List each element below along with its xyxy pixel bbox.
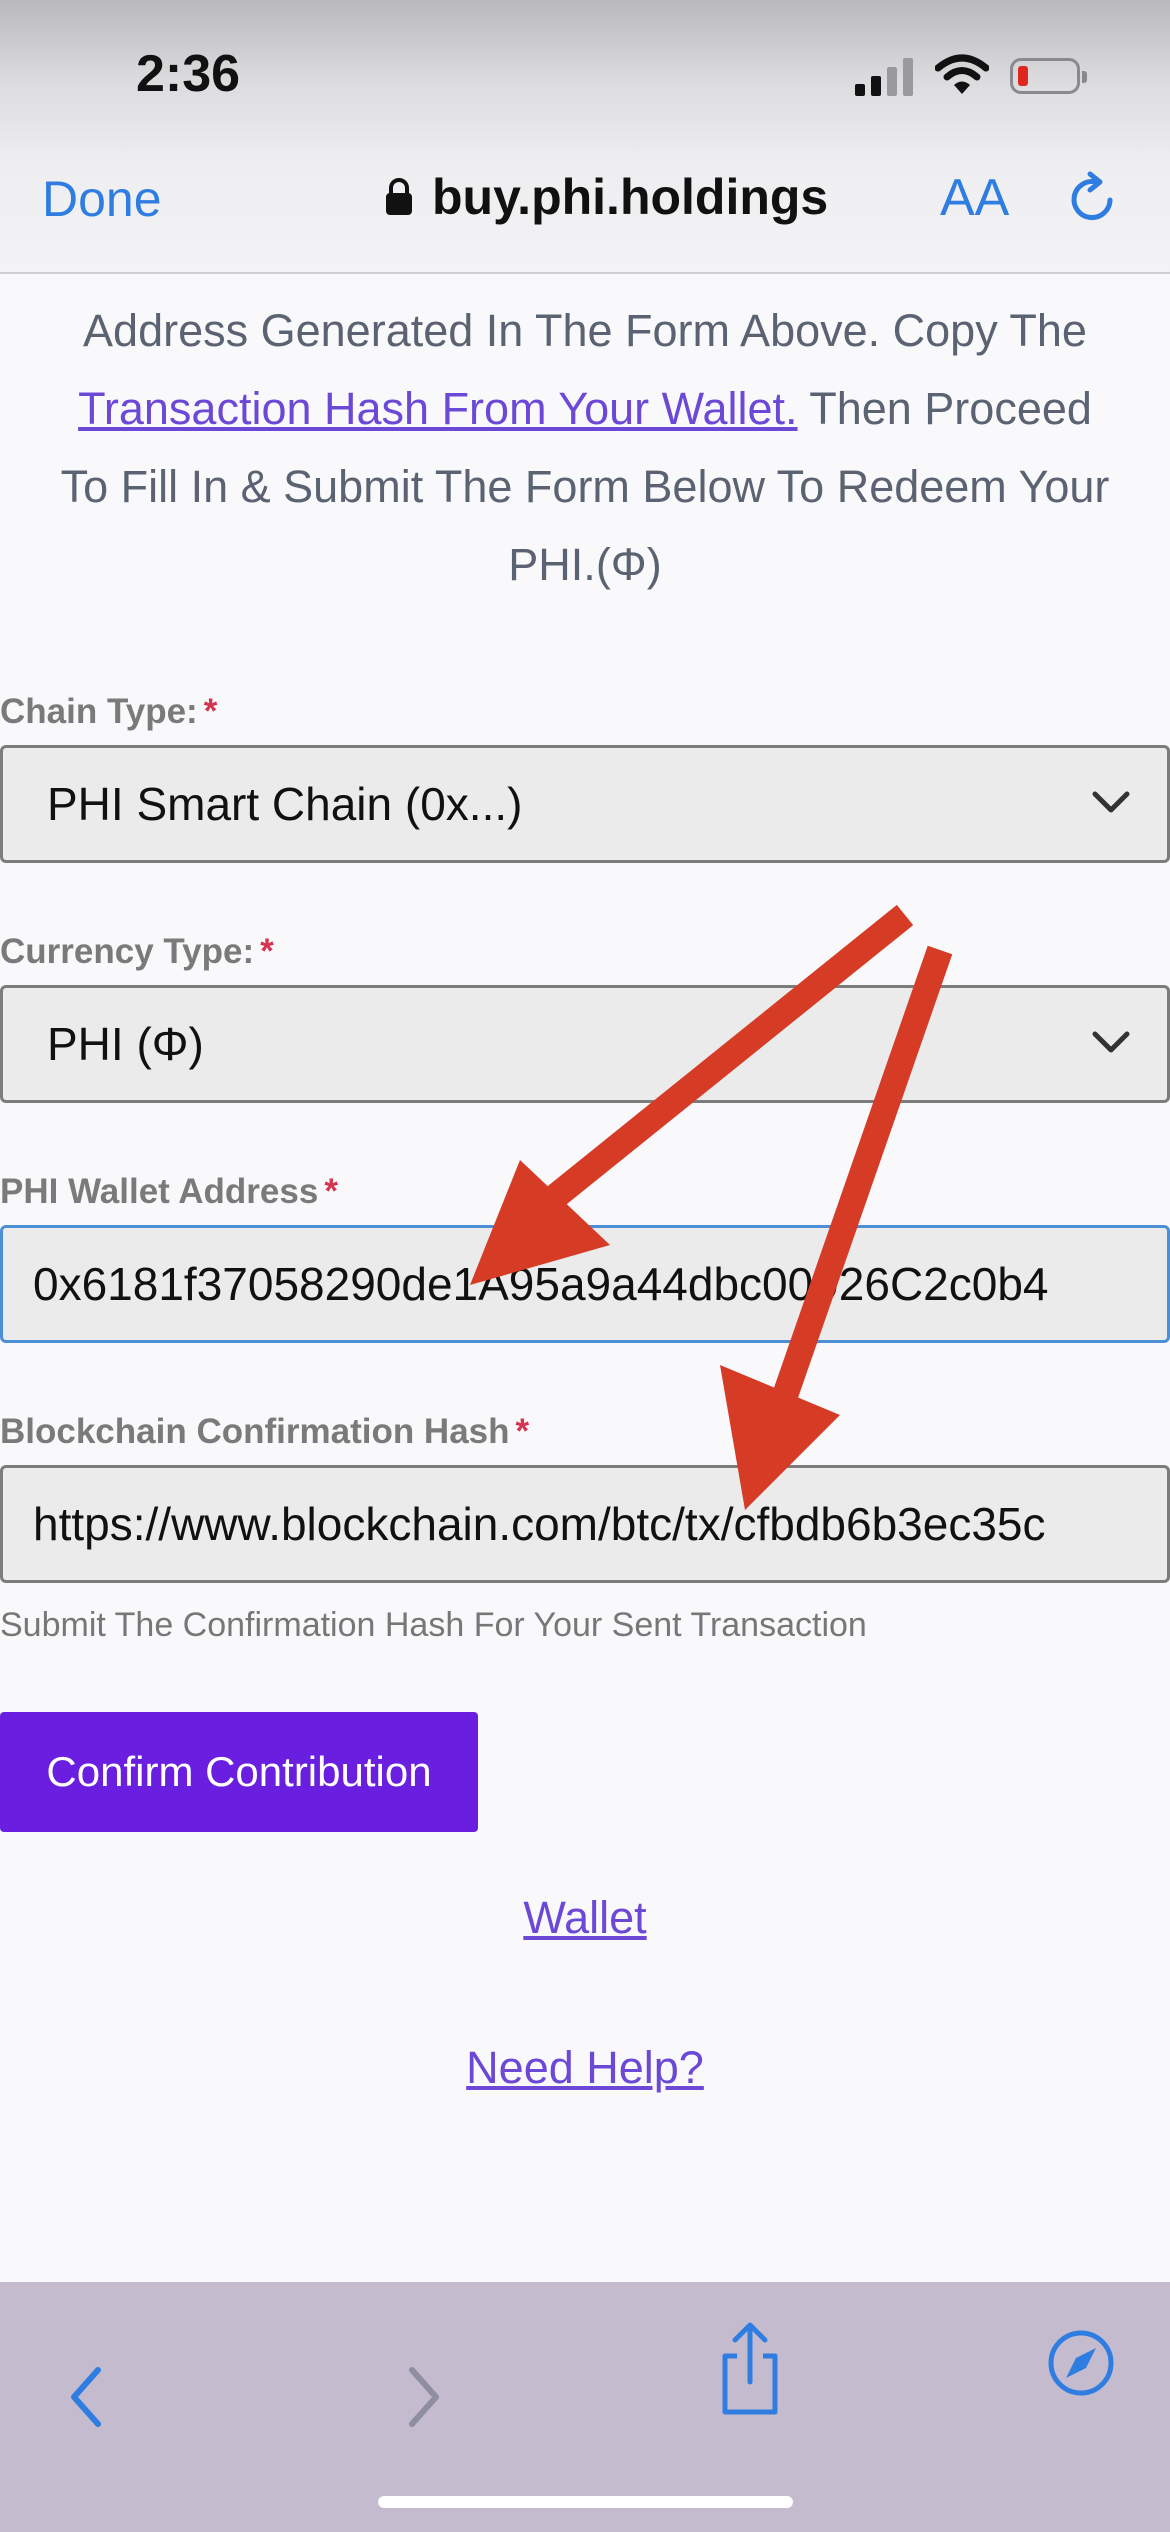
currency-type-select[interactable]: PHI (Φ) xyxy=(0,985,1170,1103)
confirmation-hash-label: Blockchain Confirmation Hash * xyxy=(0,1412,529,1452)
need-help-link[interactable]: Need Help? xyxy=(0,2042,1170,2094)
currency-type-label-text: Currency Type: xyxy=(0,932,255,971)
required-marker: * xyxy=(324,1172,338,1211)
text-size-button[interactable]: AA xyxy=(940,168,1009,228)
wallet-address-input[interactable]: 0x6181f37058290de1A95a9a44dbc00926C2c0b4 xyxy=(0,1225,1170,1343)
done-button[interactable]: Done xyxy=(42,170,162,228)
reload-icon[interactable] xyxy=(1066,170,1120,228)
chain-type-label: Chain Type: * xyxy=(0,692,217,732)
chain-type-label-text: Chain Type: xyxy=(0,692,198,731)
required-marker: * xyxy=(260,932,274,971)
chevron-down-icon xyxy=(1092,791,1130,813)
confirmation-hash-label-text: Blockchain Confirmation Hash xyxy=(0,1412,510,1451)
wifi-icon xyxy=(935,54,989,94)
chain-type-value: PHI Smart Chain (0x...) xyxy=(47,778,523,830)
home-indicator xyxy=(378,2496,793,2508)
text-size-label: AA xyxy=(940,169,1010,227)
currency-type-value: PHI (Φ) xyxy=(47,1018,204,1070)
lock-icon xyxy=(386,178,412,215)
instructions-text: Address Generated In The Form Above. Cop… xyxy=(60,292,1110,604)
confirmation-hash-input[interactable]: https://www.blockchain.com/btc/tx/cfbdb6… xyxy=(0,1465,1170,1583)
wallet-address-label: PHI Wallet Address * xyxy=(0,1172,338,1212)
browser-bottom-toolbar xyxy=(0,2282,1170,2532)
required-marker: * xyxy=(203,692,218,731)
battery-icon xyxy=(1010,58,1087,94)
compass-icon[interactable] xyxy=(1046,2328,1116,2398)
back-icon[interactable] xyxy=(62,2362,112,2432)
currency-type-label: Currency Type: * xyxy=(0,932,274,972)
required-marker: * xyxy=(515,1412,530,1451)
instructions-part-1: Address Generated In The Form Above. Cop… xyxy=(83,305,1087,356)
chevron-down-icon xyxy=(1092,1031,1130,1053)
wallet-address-label-text: PHI Wallet Address xyxy=(0,1172,319,1211)
address-bar[interactable]: buy.phi.holdings xyxy=(384,168,828,226)
status-time: 2:36 xyxy=(136,45,241,103)
transaction-hash-link[interactable]: Transaction Hash From Your Wallet. xyxy=(78,383,797,434)
cellular-signal-icon xyxy=(855,58,913,96)
url-text: buy.phi.holdings xyxy=(432,169,829,225)
browser-top-bar: 2:36 Done buy.phi.holdings AA xyxy=(0,0,1170,274)
confirmation-hash-hint: Submit The Confirmation Hash For Your Se… xyxy=(0,1606,867,1644)
share-icon[interactable] xyxy=(715,2320,785,2420)
wallet-link[interactable]: Wallet xyxy=(0,1892,1170,1944)
confirm-contribution-button[interactable]: Confirm Contribution xyxy=(0,1712,478,1832)
forward-icon[interactable] xyxy=(398,2362,448,2432)
chain-type-select[interactable]: PHI Smart Chain (0x...) xyxy=(0,745,1170,863)
